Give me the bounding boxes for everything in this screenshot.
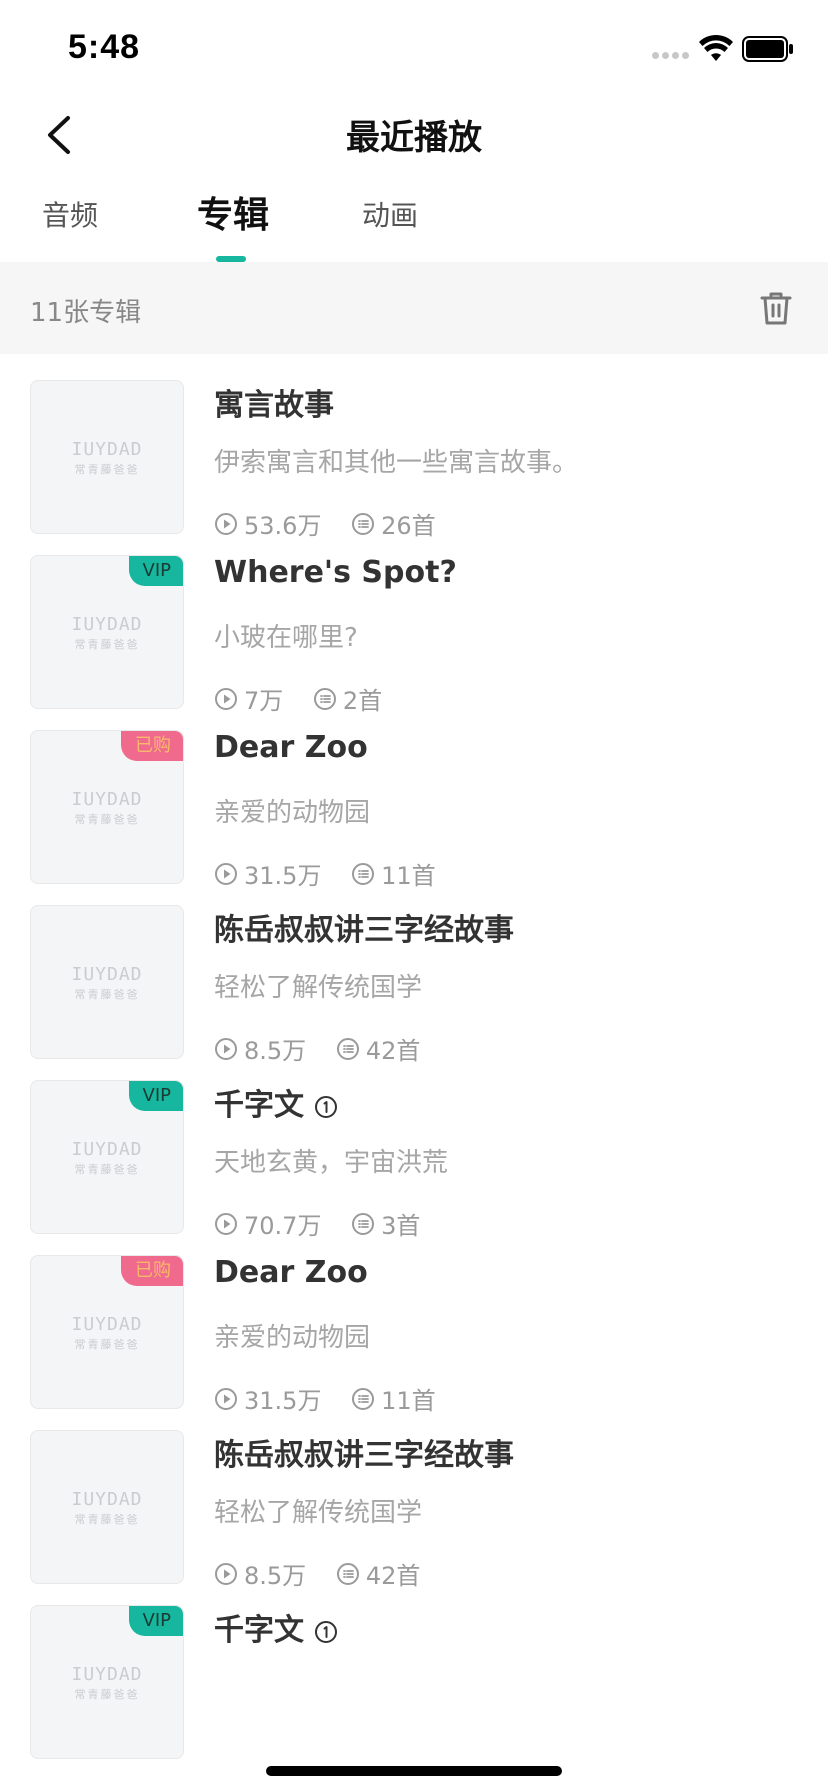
album-list-item[interactable]: IUYDAD 常青藤爸爸 已购 Dear Zoo 亲爱的动物园 31.5万 11…	[0, 1229, 828, 1429]
info-icon[interactable]	[314, 1095, 338, 1119]
album-title-text: Dear Zoo	[214, 730, 368, 765]
album-list-item[interactable]: IUYDAD 常青藤爸爸 陈岳叔叔讲三字经故事 轻松了解传统国学 8.5万 42…	[0, 1404, 828, 1604]
status-bar: 5:48	[0, 0, 828, 100]
album-title-text: Dear Zoo	[214, 1255, 368, 1290]
album-list-item[interactable]: IUYDAD 常青藤爸爸 VIP 千字文 天地玄黄，宇宙洪荒 70.7万 3首	[0, 1054, 828, 1254]
album-description: 小玻在哪里?	[214, 623, 358, 653]
cover-logo: IUYDAD	[71, 1664, 143, 1685]
album-count: 11张专辑	[30, 298, 142, 328]
album-title: Dear Zoo	[214, 1255, 368, 1290]
album-description: 伊索寓言和其他一些寓言故事。	[214, 448, 579, 478]
cover-logo-sub: 常青藤爸爸	[74, 988, 140, 1001]
cover-logo-sub: 常青藤爸爸	[74, 813, 140, 826]
album-title: 寓言故事	[214, 380, 334, 424]
album-cover: IUYDAD 常青藤爸爸	[30, 1430, 184, 1584]
album-cover: IUYDAD 常青藤爸爸 已购	[30, 1255, 184, 1409]
vip-badge: VIP	[128, 1081, 183, 1111]
album-title-text: Where's Spot?	[214, 555, 457, 590]
album-cover: IUYDAD 常青藤爸爸 VIP	[30, 1605, 184, 1759]
info-icon[interactable]	[314, 1620, 338, 1644]
album-list-item[interactable]: IUYDAD 常青藤爸爸 寓言故事 伊索寓言和其他一些寓言故事。 53.6万 2…	[0, 354, 828, 554]
cover-logo-sub: 常青藤爸爸	[74, 1338, 140, 1351]
album-cover: IUYDAD 常青藤爸爸	[30, 905, 184, 1059]
album-title-text: 寓言故事	[214, 388, 334, 423]
album-description: 天地玄黄，宇宙洪荒	[214, 1148, 449, 1178]
tab-animation[interactable]: 动画	[362, 194, 418, 234]
cover-logo: IUYDAD	[71, 439, 143, 460]
album-title-text: 千字文	[214, 1613, 304, 1648]
cover-logo: IUYDAD	[71, 1314, 143, 1335]
trash-icon[interactable]	[756, 288, 796, 328]
album-title: 千字文	[214, 1080, 338, 1124]
nav-bar: 最近播放	[0, 100, 828, 166]
album-cover: IUYDAD 常青藤爸爸	[30, 380, 184, 534]
album-description: 亲爱的动物园	[214, 1323, 371, 1353]
cover-logo: IUYDAD	[71, 614, 143, 635]
album-title: Dear Zoo	[214, 730, 368, 765]
album-description: 轻松了解传统国学	[214, 1498, 423, 1528]
purchased-badge: 已购	[121, 1256, 183, 1286]
album-title: Where's Spot?	[214, 555, 457, 590]
home-indicator	[266, 1766, 562, 1776]
album-description: 亲爱的动物园	[214, 798, 371, 828]
cover-logo-sub: 常青藤爸爸	[74, 463, 140, 476]
album-title: 千字文	[214, 1605, 338, 1649]
album-description: 轻松了解传统国学	[214, 973, 423, 1003]
album-cover: IUYDAD 常青藤爸爸 VIP	[30, 555, 184, 709]
cover-logo-sub: 常青藤爸爸	[74, 638, 140, 651]
cover-logo: IUYDAD	[71, 1489, 143, 1510]
purchased-badge: 已购	[121, 731, 183, 761]
page-title: 最近播放	[346, 118, 482, 158]
cover-logo-sub: 常青藤爸爸	[74, 1163, 140, 1176]
cover-logo: IUYDAD	[71, 964, 143, 985]
vip-badge: VIP	[128, 1606, 183, 1636]
album-list-item[interactable]: IUYDAD 常青藤爸爸 VIP Where's Spot? 小玻在哪里? 7万…	[0, 529, 828, 729]
album-title: 陈岳叔叔讲三字经故事	[214, 905, 514, 949]
tab-albums[interactable]: 专辑	[197, 186, 269, 238]
album-cover: IUYDAD 常青藤爸爸 VIP	[30, 1080, 184, 1234]
album-title-text: 陈岳叔叔讲三字经故事	[214, 913, 514, 948]
wifi-icon	[699, 34, 733, 61]
battery-icon	[742, 36, 793, 62]
tab-bar: 音频 专辑 动画	[0, 186, 828, 262]
album-list-item[interactable]: IUYDAD 常青藤爸爸 已购 Dear Zoo 亲爱的动物园 31.5万 11…	[0, 704, 828, 904]
status-time: 5:48	[68, 28, 141, 66]
album-list-item[interactable]: IUYDAD 常青藤爸爸 VIP 千字文	[0, 1579, 828, 1779]
cover-logo: IUYDAD	[71, 789, 143, 810]
cover-logo-sub: 常青藤爸爸	[74, 1513, 140, 1526]
album-list-item[interactable]: IUYDAD 常青藤爸爸 陈岳叔叔讲三字经故事 轻松了解传统国学 8.5万 42…	[0, 879, 828, 1079]
album-title-text: 陈岳叔叔讲三字经故事	[214, 1438, 514, 1473]
album-cover: IUYDAD 常青藤爸爸 已购	[30, 730, 184, 884]
album-title-text: 千字文	[214, 1088, 304, 1123]
summary-bar: 11张专辑	[0, 262, 828, 354]
vip-badge: VIP	[128, 556, 183, 586]
signal-icon	[652, 52, 692, 60]
tab-audio[interactable]: 音频	[42, 194, 98, 234]
album-title: 陈岳叔叔讲三字经故事	[214, 1430, 514, 1474]
cover-logo: IUYDAD	[71, 1139, 143, 1160]
cover-logo-sub: 常青藤爸爸	[74, 1688, 140, 1701]
